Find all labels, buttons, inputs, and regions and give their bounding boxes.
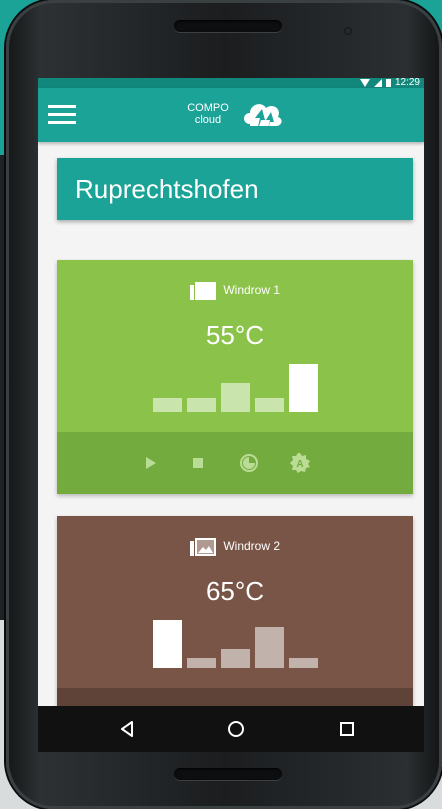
temperature-bar — [288, 658, 318, 668]
stop-icon[interactable] — [187, 452, 209, 474]
temperature-bar — [288, 364, 318, 412]
location-title: Ruprechtshofen — [75, 174, 259, 204]
temperature-bar — [254, 627, 284, 668]
temperature-bar — [186, 398, 216, 412]
front-camera — [344, 27, 352, 35]
cloud-arrows-icon — [244, 104, 282, 136]
wifi-icon — [359, 79, 370, 87]
recents-icon[interactable] — [334, 716, 360, 742]
earpiece-speaker — [174, 20, 282, 32]
timer-icon[interactable] — [238, 452, 260, 474]
play-icon[interactable] — [139, 452, 161, 474]
temperature-bar — [220, 383, 250, 412]
android-nav-bar — [38, 706, 424, 752]
phone-frame: 12:29 COMPO cloud Ruprechtshofen Windrow… — [6, 0, 442, 809]
windrow-card[interactable]: Windrow 1 55°C A — [57, 260, 413, 494]
battery-icon — [385, 79, 391, 87]
temperature-bars — [57, 260, 413, 432]
svg-text:A: A — [296, 459, 303, 470]
hamburger-menu-icon[interactable] — [48, 105, 76, 125]
status-bar: 12:29 — [38, 78, 424, 88]
temperature-bar — [186, 658, 216, 668]
compo-cloud-logo: COMPO cloud — [178, 96, 298, 136]
location-card[interactable]: Ruprechtshofen — [57, 158, 413, 220]
status-clock: 12:29 — [394, 78, 420, 88]
app-bar: COMPO cloud — [38, 88, 424, 142]
auto-mode-icon[interactable]: A — [289, 452, 311, 474]
windrow-card-body: Windrow 1 55°C — [57, 260, 413, 432]
windrow-controls: A — [57, 432, 413, 494]
temperature-bars — [57, 516, 413, 688]
back-icon[interactable] — [114, 716, 140, 742]
logo-line-2: cloud — [194, 114, 222, 126]
temperature-bar — [152, 398, 182, 412]
app-screen: 12:29 COMPO cloud Ruprechtshofen Windrow… — [38, 78, 424, 752]
bottom-speaker — [174, 768, 282, 780]
logo-line-1: COMPO — [187, 102, 229, 114]
home-icon[interactable] — [223, 716, 249, 742]
temperature-bar — [152, 620, 182, 668]
signal-icon — [373, 79, 382, 87]
windrow-card-body: Windrow 2 65°C — [57, 516, 413, 688]
temperature-bar — [220, 649, 250, 668]
temperature-bar — [254, 398, 284, 412]
